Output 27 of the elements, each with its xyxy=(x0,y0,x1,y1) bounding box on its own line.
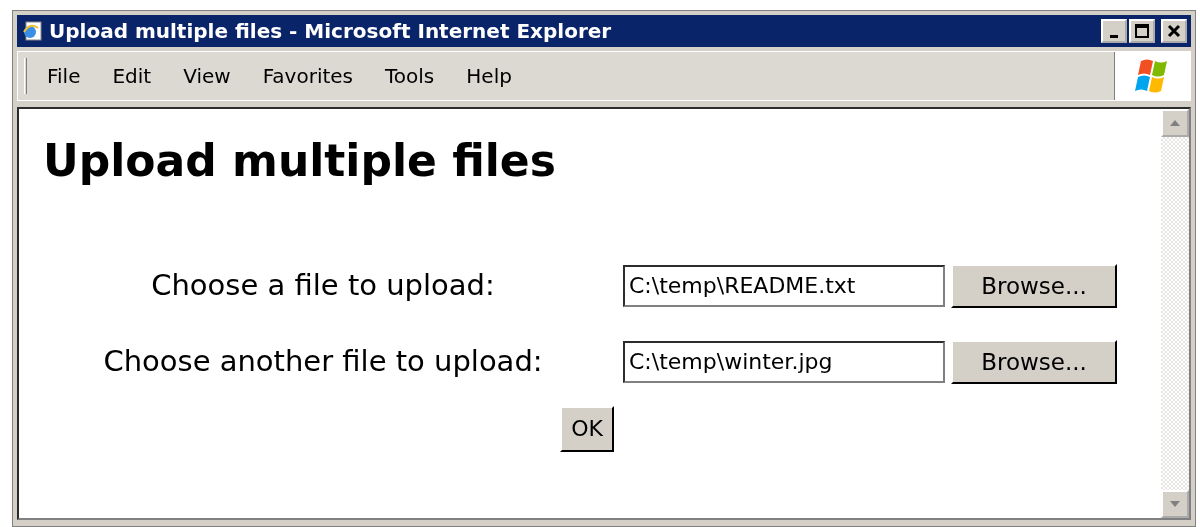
minimize-icon xyxy=(1110,34,1118,38)
up-arrow-icon xyxy=(1169,119,1181,127)
menu-item[interactable]: View xyxy=(183,61,231,91)
ok-button[interactable]: OK xyxy=(560,405,614,452)
close-button[interactable] xyxy=(1161,19,1187,43)
menu-item[interactable]: Edit xyxy=(112,61,152,91)
menu-item[interactable]: Favorites xyxy=(262,61,353,91)
window-title: Upload multiple files - Microsoft Internet Explorer xyxy=(49,18,613,45)
file-path-field[interactable]: C:\temp\winter.jpg xyxy=(623,340,945,383)
scrollbar[interactable] xyxy=(1161,109,1189,518)
browse-button[interactable]: Browse... xyxy=(951,263,1117,308)
file-path-field[interactable]: C:\temp\README.txt xyxy=(623,264,945,307)
minimize-button[interactable] xyxy=(1101,19,1127,43)
page-heading: Upload multiple files xyxy=(43,135,557,188)
menu-item[interactable]: Help xyxy=(466,61,512,91)
browser-icon xyxy=(21,20,43,42)
browse-button[interactable]: Browse... xyxy=(951,339,1117,384)
scroll-down-button[interactable] xyxy=(1161,490,1189,518)
maximize-button[interactable] xyxy=(1129,19,1155,43)
menu-item[interactable]: Tools xyxy=(385,61,435,91)
field-label: Choose another file to upload: xyxy=(102,343,544,381)
field-label: Choose a file to upload: xyxy=(150,267,496,305)
down-arrow-icon xyxy=(1169,500,1181,508)
maximize-icon xyxy=(1135,24,1149,38)
close-icon xyxy=(1167,24,1181,38)
scroll-up-button[interactable] xyxy=(1161,109,1189,137)
menu-item[interactable]: File xyxy=(47,61,81,91)
